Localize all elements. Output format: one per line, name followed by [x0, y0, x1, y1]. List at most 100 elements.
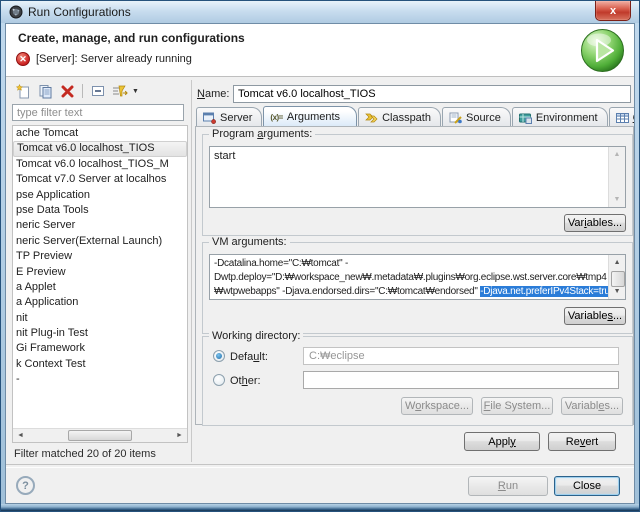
working-directory-label: Working directory:: [209, 330, 304, 342]
scroll-down-button[interactable]: ▼: [609, 192, 625, 207]
tree-item[interactable]: k Context Test: [13, 357, 187, 372]
common-icon: [615, 112, 629, 123]
vm-arguments-group: VM arguments: -Dcatalina.home="C:₩tomcat…: [202, 236, 633, 334]
tab-label: Classpath: [382, 111, 431, 124]
tab-common[interactable]: Common: [608, 107, 634, 127]
revert-button[interactable]: Revert: [548, 432, 616, 451]
program-arguments-label: Program arguments:: [209, 128, 316, 140]
arguments-icon: (x)=: [270, 112, 283, 122]
dialog-body: Create, manage, and run configurations ✕…: [5, 23, 635, 504]
scroll-right-button[interactable]: ►: [172, 432, 187, 439]
program-arguments-group: Program arguments: start ▲ ▼ Variables..…: [202, 128, 633, 236]
other-radio[interactable]: [213, 374, 225, 386]
tab-source[interactable]: Source: [441, 107, 511, 127]
vm-arguments-line: ₩wtpwebapps" -Djava.endorsed.dirs="C:₩to…: [214, 286, 616, 297]
file-system-button[interactable]: File System...: [481, 397, 553, 415]
window-bottom-edge: [1, 504, 639, 511]
filter-status-text: Filter matched 20 of 20 items: [14, 448, 156, 460]
tab-server[interactable]: Server: [196, 107, 263, 127]
tree-item[interactable]: Gi Framework: [13, 341, 187, 356]
name-label: Name:: [197, 88, 230, 100]
close-icon: x: [609, 4, 617, 17]
working-directory-group: Working directory: Default: Other: Works…: [202, 330, 633, 426]
error-message: [Server]: Server already running: [36, 53, 192, 65]
source-icon: [449, 112, 462, 124]
scroll-down-button[interactable]: ▼: [609, 284, 625, 299]
tab-label: Server: [220, 111, 253, 124]
vm-arguments-line: -Dcatalina.home="C:₩tomcat" -: [214, 258, 349, 269]
tree-item[interactable]: Tomcat v6.0 localhost_TIOS: [13, 141, 187, 157]
filter-input[interactable]: [12, 104, 184, 121]
help-button[interactable]: ?: [16, 476, 35, 495]
tab-environment[interactable]: Environment: [511, 107, 608, 127]
panel-divider[interactable]: [191, 80, 192, 462]
config-tree[interactable]: ache Tomcat Tomcat v6.0 localhost_TIOS Tom…: [12, 125, 188, 443]
titlebar[interactable]: Run Configurations x: [1, 1, 639, 23]
tree-item[interactable]: pse Data Tools: [13, 203, 187, 218]
toolbar-separator: [82, 84, 83, 98]
close-button[interactable]: x: [595, 1, 631, 21]
new-configuration-button[interactable]: [14, 82, 33, 100]
run-orb-icon: [581, 29, 624, 72]
other-radio-label: Other:: [230, 375, 261, 387]
vm-variables-button[interactable]: Variables...: [564, 307, 626, 325]
scroll-up-button[interactable]: ▲: [609, 255, 625, 270]
tree-item[interactable]: neric Server: [13, 218, 187, 233]
duplicate-configuration-icon: [39, 84, 52, 98]
new-configuration-icon: [16, 83, 29, 98]
filter-configurations-icon: [112, 85, 128, 97]
program-arguments-value: start: [214, 150, 236, 162]
toolbar-menu-button[interactable]: ▼: [132, 88, 142, 95]
tree-item[interactable]: ache Tomcat: [13, 126, 187, 141]
tab-classpath[interactable]: Classpath: [358, 107, 441, 127]
vertical-scrollbar[interactable]: ▲ ▼: [608, 147, 625, 207]
vm-arguments-textarea[interactable]: -Dcatalina.home="C:₩tomcat" - Dwtp.deplo…: [209, 254, 626, 300]
scroll-left-button[interactable]: ◄: [13, 432, 28, 439]
tree-item[interactable]: Tomcat v7.0 Server at localhos: [13, 172, 187, 187]
tab-label: Source: [465, 111, 501, 124]
collapse-all-icon: [91, 86, 104, 96]
tree-horizontal-scrollbar[interactable]: ◄ ►: [13, 428, 187, 442]
tab-label: Common: [633, 112, 634, 124]
workspace-button[interactable]: Workspace...: [401, 397, 473, 415]
default-directory-field: [303, 347, 619, 365]
vm-arguments-line: Dwtp.deploy="D:₩workspace_new₩.metadata₩…: [214, 272, 607, 283]
tree-item[interactable]: pse Application: [13, 188, 187, 203]
server-icon: [203, 112, 216, 124]
tree-item[interactable]: a Applet: [13, 280, 187, 295]
tree-item[interactable]: TP Preview: [13, 249, 187, 264]
tree-item[interactable]: neric Server(External Launch): [13, 234, 187, 249]
tree-item[interactable]: a Application: [13, 295, 187, 310]
delete-configuration-icon: [61, 85, 74, 97]
tab-label: Environment: [535, 111, 598, 124]
default-radio[interactable]: [213, 350, 225, 362]
scroll-up-button[interactable]: ▲: [609, 147, 625, 162]
collapse-all-button[interactable]: [88, 82, 107, 100]
program-variables-button[interactable]: Variables...: [564, 214, 626, 232]
other-directory-field[interactable]: [303, 371, 619, 389]
dialog-header: Create, manage, and run configurations ✕…: [6, 24, 634, 77]
delete-configuration-button[interactable]: [58, 82, 77, 100]
name-input[interactable]: [233, 85, 631, 103]
vertical-scrollbar[interactable]: ▲ ▼: [608, 255, 625, 299]
vm-arguments-label: VM arguments:: [209, 236, 290, 248]
tab-arguments[interactable]: (x)= Arguments: [263, 106, 358, 127]
close-button-footer[interactable]: Close: [554, 476, 620, 496]
tree-item[interactable]: nit Plug-in Test: [13, 326, 187, 341]
program-arguments-textarea[interactable]: start ▲ ▼: [209, 146, 626, 208]
tree-item[interactable]: Tomcat v6.0 localhost_TIOS_M: [13, 157, 187, 172]
error-icon: ✕: [16, 52, 30, 66]
scroll-thumb[interactable]: [68, 430, 132, 441]
tree-item[interactable]: E Preview: [13, 265, 187, 280]
dialog-heading: Create, manage, and run configurations: [18, 31, 245, 45]
workdir-variables-button[interactable]: Variables...: [561, 397, 623, 415]
tree-item[interactable]: -: [13, 372, 187, 387]
run-button[interactable]: Run: [468, 476, 548, 496]
tree-toolbar: ▼: [14, 82, 142, 100]
tab-bar: Server (x)= Arguments Classpath Source E…: [196, 106, 634, 127]
duplicate-configuration-button[interactable]: [36, 82, 55, 100]
tree-item[interactable]: nit: [13, 311, 187, 326]
filter-configurations-button[interactable]: [110, 82, 129, 100]
apply-button[interactable]: Apply: [464, 432, 540, 451]
window-title: Run Configurations: [28, 5, 131, 19]
